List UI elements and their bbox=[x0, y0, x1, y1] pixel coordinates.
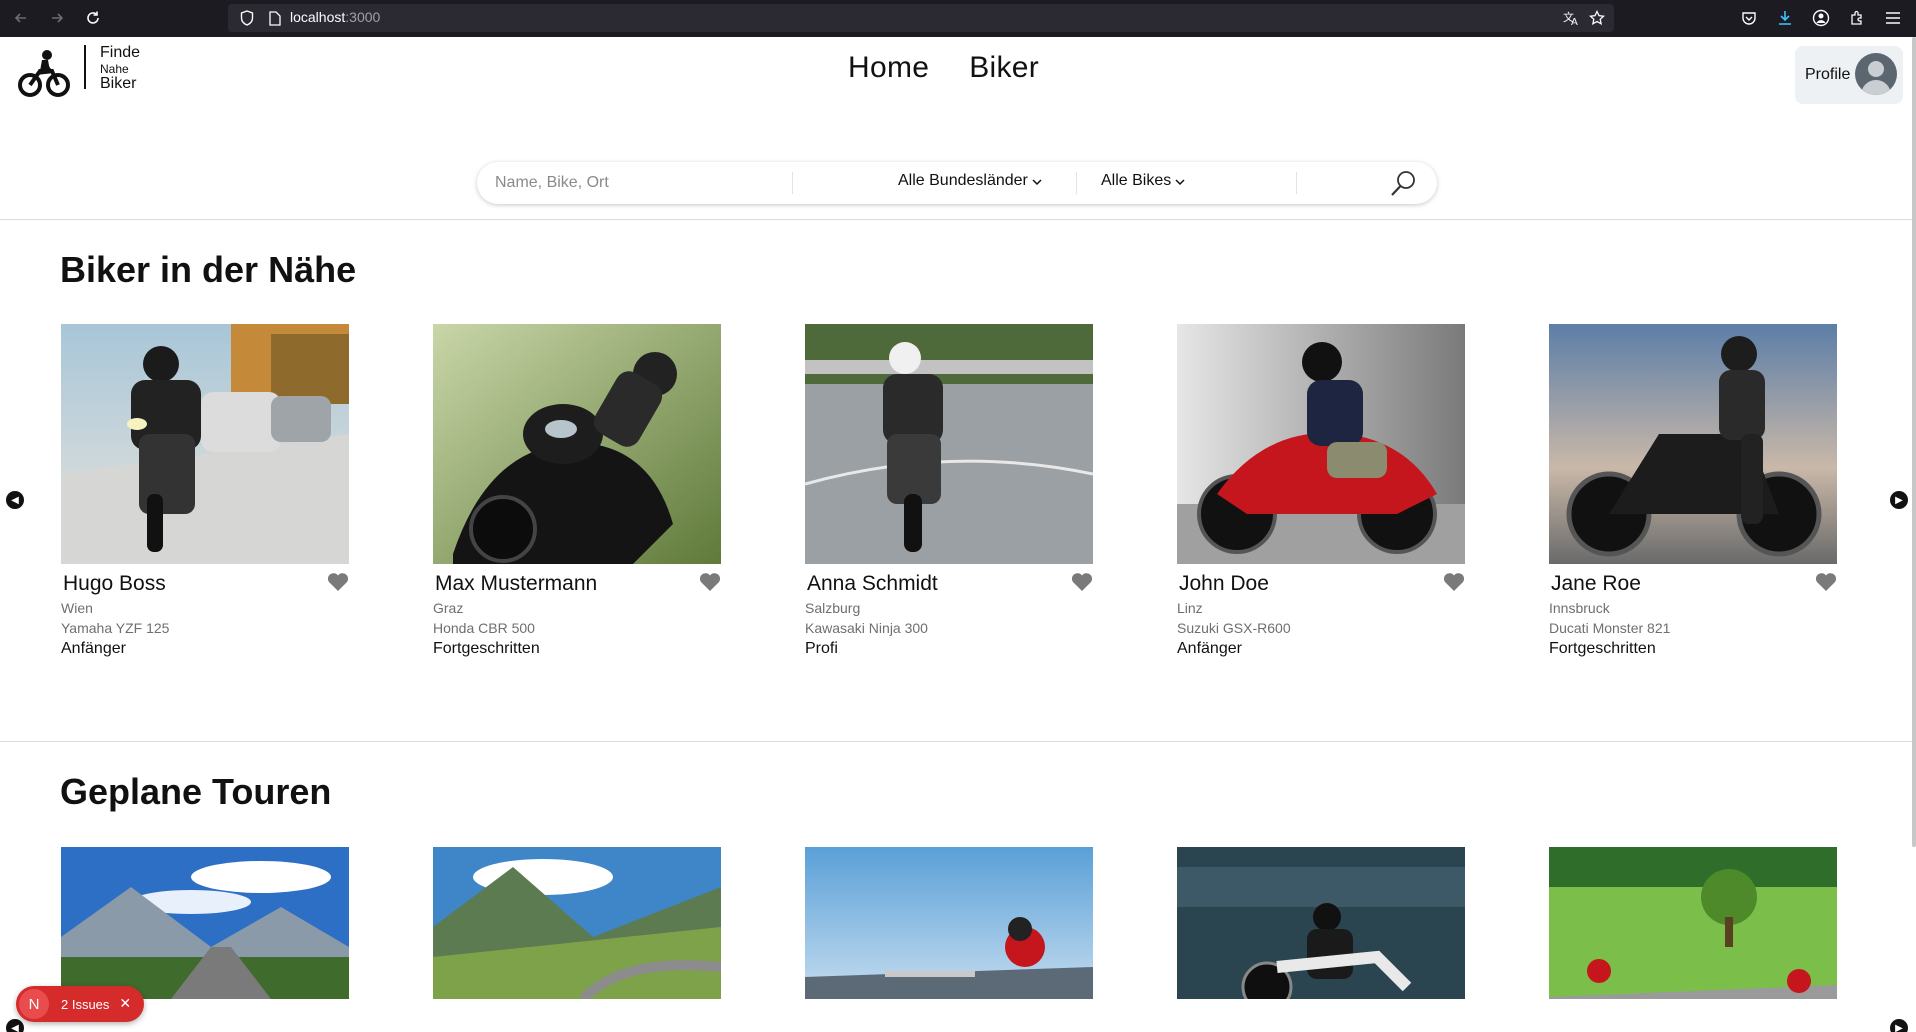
url-host: localhost bbox=[290, 9, 346, 25]
translate-icon[interactable]: 文A bbox=[1560, 7, 1582, 29]
logo-line-2: Nahe bbox=[100, 62, 129, 76]
biker-level: Fortgeschritten bbox=[1549, 640, 1656, 657]
biker-level: Profi bbox=[805, 640, 838, 657]
back-icon[interactable] bbox=[10, 7, 32, 29]
biker-photo[interactable] bbox=[61, 324, 349, 564]
biker-bike: Honda CBR 500 bbox=[433, 620, 535, 636]
biker-card[interactable]: Anna Schmidt Salzburg Kawasaki Ninja 300… bbox=[805, 324, 1093, 657]
profile-button[interactable]: Profile bbox=[1795, 46, 1903, 104]
bike-dropdown-label: Alle Bikes bbox=[1101, 172, 1172, 189]
biker-card[interactable]: Max Mustermann Graz Honda CBR 500 Fortge… bbox=[433, 324, 721, 657]
logo-divider bbox=[84, 45, 86, 89]
account-icon[interactable] bbox=[1810, 7, 1832, 29]
search-icon[interactable] bbox=[1387, 168, 1419, 200]
biker-name: Hugo Boss bbox=[63, 572, 166, 595]
biker-level: Anfänger bbox=[61, 640, 126, 657]
motorcycle-logo-icon[interactable] bbox=[18, 47, 70, 99]
heart-icon[interactable] bbox=[1071, 572, 1093, 592]
search-input[interactable] bbox=[495, 170, 785, 196]
biker-name: Anna Schmidt bbox=[807, 572, 938, 595]
biker-bike: Kawasaki Ninja 300 bbox=[805, 620, 928, 636]
avatar bbox=[1855, 53, 1897, 95]
pocket-icon[interactable] bbox=[1738, 7, 1760, 29]
tours-next-icon[interactable]: ▶ bbox=[1890, 1019, 1908, 1032]
logo-text[interactable]: Finde Nahe Biker bbox=[100, 45, 140, 92]
tour-photo[interactable] bbox=[61, 847, 349, 999]
chevron-down-icon bbox=[1175, 179, 1185, 186]
region-dropdown[interactable]: Alle Bundesländer bbox=[898, 172, 1042, 190]
biker-card[interactable]: Jane Roe Innsbruck Ducati Monster 821 Fo… bbox=[1549, 324, 1837, 657]
url-port: :3000 bbox=[345, 9, 381, 25]
heart-icon[interactable] bbox=[1443, 572, 1465, 592]
heart-icon[interactable] bbox=[699, 572, 721, 592]
issues-badge[interactable]: N 2 Issues ✕ bbox=[16, 986, 144, 1022]
page: Finde Nahe Biker Home Biker Profile Alle… bbox=[0, 37, 1912, 1032]
biker-photo[interactable] bbox=[1549, 324, 1837, 564]
biker-photo[interactable] bbox=[1177, 324, 1465, 564]
biker-level: Fortgeschritten bbox=[433, 640, 540, 657]
svg-text:A: A bbox=[1571, 17, 1578, 26]
chevron-down-icon bbox=[1032, 179, 1042, 186]
page-icon bbox=[264, 7, 286, 29]
issues-badge-logo: N bbox=[19, 989, 49, 1019]
biker-name: John Doe bbox=[1179, 572, 1269, 595]
search-separator bbox=[1076, 172, 1077, 194]
biker-name: Max Mustermann bbox=[435, 572, 598, 595]
heart-icon[interactable] bbox=[327, 572, 349, 592]
scrollbar[interactable] bbox=[1912, 37, 1916, 847]
star-icon[interactable] bbox=[1586, 7, 1608, 29]
biker-city: Linz bbox=[1177, 600, 1203, 616]
biker-bike: Ducati Monster 821 bbox=[1549, 620, 1671, 636]
download-icon[interactable] bbox=[1774, 7, 1796, 29]
extensions-icon[interactable] bbox=[1846, 7, 1868, 29]
carousel-prev-icon[interactable]: ◀ bbox=[6, 491, 24, 509]
issues-label: 2 Issues bbox=[61, 996, 110, 1012]
biker-city: Salzburg bbox=[805, 600, 861, 616]
tour-photo[interactable] bbox=[805, 847, 1093, 999]
region-dropdown-label: Alle Bundesländer bbox=[898, 172, 1028, 189]
nearby-title: Biker in der Nähe bbox=[60, 249, 357, 290]
divider bbox=[0, 219, 1912, 220]
heart-icon[interactable] bbox=[1815, 572, 1837, 592]
address-bar[interactable]: localhost:3000 文A bbox=[228, 4, 1614, 32]
biker-level: Anfänger bbox=[1177, 640, 1242, 657]
shield-icon[interactable] bbox=[236, 7, 258, 29]
browser-toolbar: localhost:3000 文A bbox=[0, 0, 1916, 37]
tour-photo[interactable] bbox=[1177, 847, 1465, 999]
search-bar: Alle Bundesländer Alle Bikes bbox=[477, 162, 1437, 204]
biker-city: Innsbruck bbox=[1549, 600, 1610, 616]
tours-title: Geplane Touren bbox=[60, 771, 332, 812]
profile-label: Profile bbox=[1805, 66, 1851, 83]
biker-bike: Suzuki GSX-R600 bbox=[1177, 620, 1291, 636]
biker-photo[interactable] bbox=[805, 324, 1093, 564]
url-text[interactable]: localhost:3000 bbox=[290, 9, 380, 25]
biker-bike: Yamaha YZF 125 bbox=[61, 620, 170, 636]
forward-icon[interactable] bbox=[46, 7, 68, 29]
tour-photo[interactable] bbox=[1549, 847, 1837, 999]
tour-photo[interactable] bbox=[433, 847, 721, 999]
logo-line-3: Biker bbox=[100, 75, 137, 92]
nav-biker-link[interactable]: Biker bbox=[969, 51, 1039, 85]
biker-city: Graz bbox=[433, 600, 464, 616]
carousel-next-icon[interactable]: ▶ bbox=[1890, 491, 1908, 509]
biker-photo[interactable] bbox=[433, 324, 721, 564]
reload-icon[interactable] bbox=[82, 7, 104, 29]
logo-line-1: Finde bbox=[100, 44, 141, 61]
biker-card[interactable]: Hugo Boss Wien Yamaha YZF 125 Anfänger bbox=[61, 324, 349, 657]
bike-dropdown[interactable]: Alle Bikes bbox=[1101, 172, 1185, 190]
search-separator bbox=[1296, 172, 1297, 194]
divider bbox=[0, 741, 1912, 742]
biker-card[interactable]: John Doe Linz Suzuki GSX-R600 Anfänger bbox=[1177, 324, 1465, 657]
biker-name: Jane Roe bbox=[1551, 572, 1641, 595]
nav-home-link[interactable]: Home bbox=[848, 51, 929, 85]
search-separator bbox=[792, 172, 793, 194]
menu-icon[interactable] bbox=[1882, 7, 1904, 29]
tours-prev-icon[interactable]: ◀ bbox=[6, 1019, 24, 1032]
close-icon[interactable]: ✕ bbox=[119, 996, 131, 1012]
biker-city: Wien bbox=[61, 600, 93, 616]
main-nav: Home Biker bbox=[848, 51, 1039, 85]
